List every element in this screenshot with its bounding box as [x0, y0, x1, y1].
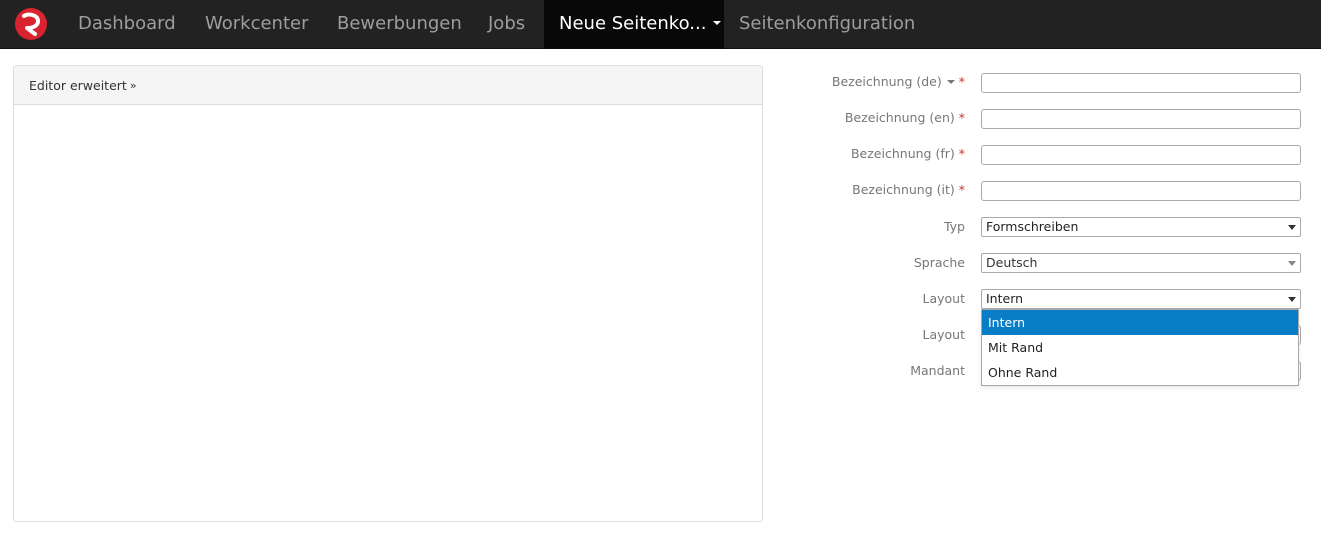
label-mandant: Mandant	[910, 363, 965, 378]
editor-panel: Editor erweitert»	[13, 65, 763, 522]
required-marker: *	[958, 74, 965, 89]
nav-workcenter[interactable]: Workcenter	[205, 0, 309, 49]
label-text: Bezeichnung (fr)	[850, 146, 955, 161]
editor-heading-label: Editor erweitert	[29, 78, 127, 93]
label-text: Bezeichnung (it)	[852, 182, 955, 197]
select-arrow-icon	[1288, 297, 1296, 302]
caret-down-icon	[713, 21, 722, 25]
nav-seitenkonfiguration[interactable]: Seitenkonfiguration	[739, 0, 915, 49]
label-bezeichnung-it: Bezeichnung (it) *	[852, 182, 965, 197]
top-navbar: Dashboard Workcenter Bewerbungen Jobs Ne…	[0, 0, 1321, 49]
required-marker: *	[958, 182, 965, 197]
nav-bewerbungen[interactable]: Bewerbungen	[337, 0, 462, 49]
nav-jobs[interactable]: Jobs	[488, 0, 525, 49]
label-sprache: Sprache	[913, 255, 965, 270]
nav-active-label: Neue Seitenko...	[559, 13, 707, 34]
double-chevron-down-icon: »	[129, 79, 137, 92]
bezeichnung-fr-input[interactable]	[981, 145, 1301, 165]
layout-option-mit-rand[interactable]: Mit Rand	[982, 335, 1298, 360]
bezeichnung-en-input[interactable]	[981, 109, 1301, 129]
layout-option-intern[interactable]: Intern	[982, 310, 1298, 335]
required-marker: *	[958, 110, 965, 125]
layout-option-ohne-rand[interactable]: Ohne Rand	[982, 360, 1298, 385]
sprache-select[interactable]: Deutsch	[981, 253, 1301, 273]
select-arrow-icon	[1288, 225, 1296, 230]
label-text: Bezeichnung (de)	[831, 74, 942, 89]
brand-logo-icon[interactable]	[14, 7, 48, 41]
bezeichnung-it-input[interactable]	[981, 181, 1301, 201]
layout-select-value: Intern	[986, 291, 1024, 306]
label-layout-2: Layout	[922, 327, 966, 342]
bezeichnung-de-input[interactable]	[981, 73, 1301, 93]
editor-expand-toggle[interactable]: Editor erweitert»	[29, 78, 137, 93]
sprache-select-value: Deutsch	[986, 255, 1038, 270]
label-bezeichnung-en: Bezeichnung (en) *	[845, 110, 965, 125]
editor-content-area[interactable]	[14, 106, 762, 521]
label-layout: Layout	[922, 291, 966, 306]
typ-select-value: Formschreiben	[986, 219, 1079, 234]
typ-select[interactable]: Formschreiben	[981, 217, 1301, 237]
label-bezeichnung-fr: Bezeichnung (fr) *	[851, 146, 965, 161]
editor-panel-heading: Editor erweitert»	[14, 66, 762, 105]
required-marker: *	[958, 146, 965, 161]
label-text: Bezeichnung (en)	[844, 110, 955, 125]
layout-options-list: Intern Mit Rand Ohne Rand	[981, 309, 1299, 386]
nav-neue-seitenkonfiguration-dropdown[interactable]: Neue Seitenko...	[544, 0, 724, 49]
label-bezeichnung-de: Bezeichnung (de) *	[832, 74, 965, 89]
nav-dashboard[interactable]: Dashboard	[78, 0, 176, 49]
language-caret-icon[interactable]	[946, 79, 955, 84]
label-typ: Typ	[943, 219, 965, 234]
layout-select[interactable]: Intern	[981, 289, 1301, 309]
select-arrow-icon	[1288, 261, 1296, 266]
